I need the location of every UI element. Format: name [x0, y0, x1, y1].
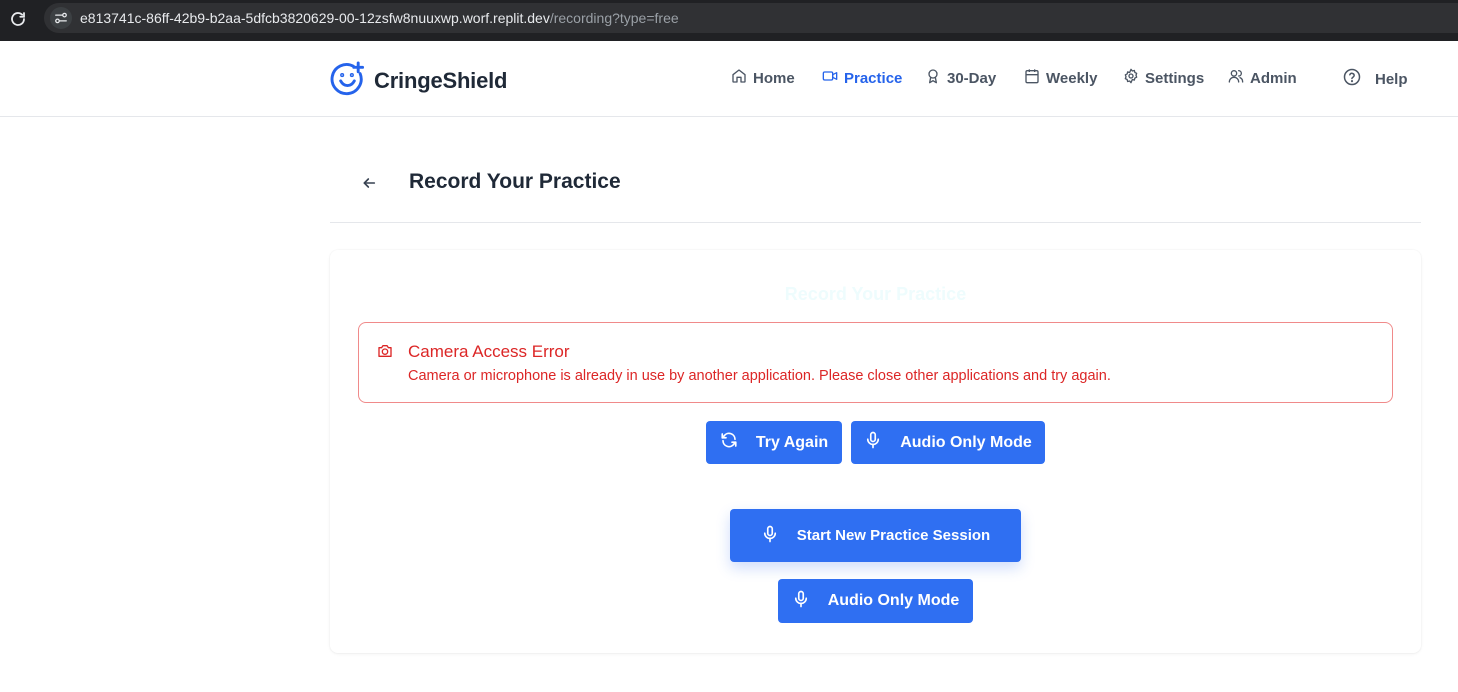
nav-help[interactable]: Help: [1343, 68, 1408, 90]
try-again-button[interactable]: Try Again: [706, 421, 842, 464]
start-new-practice-session-button[interactable]: Start New Practice Session: [730, 509, 1021, 562]
page-title-row: Record Your Practice: [330, 160, 1421, 223]
nav-admin[interactable]: Admin: [1228, 68, 1297, 88]
start-session-label: Start New Practice Session: [796, 527, 991, 544]
nav-home-label: Home: [753, 69, 795, 87]
audio-only-mode-button[interactable]: Audio Only Mode: [851, 421, 1045, 464]
back-arrow-icon[interactable]: [358, 172, 380, 194]
gear-icon: [1123, 68, 1139, 88]
audio-only-mode-label: Audio Only Mode: [900, 433, 1032, 451]
award-icon: [925, 68, 941, 88]
reload-icon[interactable]: [9, 10, 27, 28]
nav-weekly-label: Weekly: [1046, 69, 1098, 87]
app-header: CringeShield Home Practice 30-Day Weekly…: [0, 41, 1458, 117]
nav-30-day[interactable]: 30-Day: [925, 68, 996, 88]
nav-practice[interactable]: Practice: [822, 68, 902, 88]
help-circle-icon: [1343, 68, 1361, 90]
url-text[interactable]: e813741c-86ff-42b9-b2aa-5dfcb3820629-00-…: [80, 10, 679, 26]
microphone-icon: [792, 590, 810, 613]
microphone-icon: [864, 431, 882, 454]
nav-30-day-label: 30-Day: [947, 69, 997, 87]
nav-home[interactable]: Home: [731, 68, 795, 88]
nav-practice-label: Practice: [844, 69, 903, 87]
alert-message: Camera or microphone is already in use b…: [408, 368, 1111, 384]
calendar-icon: [1024, 68, 1040, 88]
users-icon: [1228, 68, 1244, 88]
audio-only-mode-secondary-label: Audio Only Mode: [827, 592, 960, 609]
page-title: Record Your Practice: [409, 170, 621, 193]
nav-admin-label: Admin: [1250, 69, 1297, 87]
try-again-label: Try Again: [755, 433, 829, 451]
recording-card: Record Your Practice Camera Access Error…: [330, 250, 1421, 653]
camera-icon: [377, 343, 393, 364]
alert-title: Camera Access Error: [408, 342, 570, 361]
home-icon: [731, 68, 747, 88]
url-host: e813741c-86ff-42b9-b2aa-5dfcb3820629-00-…: [80, 10, 550, 26]
refresh-icon: [720, 431, 738, 454]
nav-help-label: Help: [1375, 70, 1408, 88]
card-title: Record Your Practice: [784, 284, 967, 304]
site-settings-icon[interactable]: [50, 7, 72, 29]
audio-only-mode-secondary-button[interactable]: Audio Only Mode: [778, 579, 973, 623]
nav-settings-label: Settings: [1145, 69, 1205, 87]
video-icon: [822, 68, 838, 88]
nav-weekly[interactable]: Weekly: [1024, 68, 1097, 88]
camera-error-alert: Camera Access Error Camera or microphone…: [358, 322, 1393, 403]
main-nav: Home Practice 30-Day Weekly Settings Adm…: [0, 68, 1458, 92]
microphone-icon: [761, 525, 779, 547]
browser-toolbar: e813741c-86ff-42b9-b2aa-5dfcb3820629-00-…: [0, 0, 1458, 41]
nav-settings[interactable]: Settings: [1123, 68, 1204, 88]
url-path: /recording?type=free: [549, 10, 679, 26]
address-bar[interactable]: e813741c-86ff-42b9-b2aa-5dfcb3820629-00-…: [44, 3, 1458, 33]
